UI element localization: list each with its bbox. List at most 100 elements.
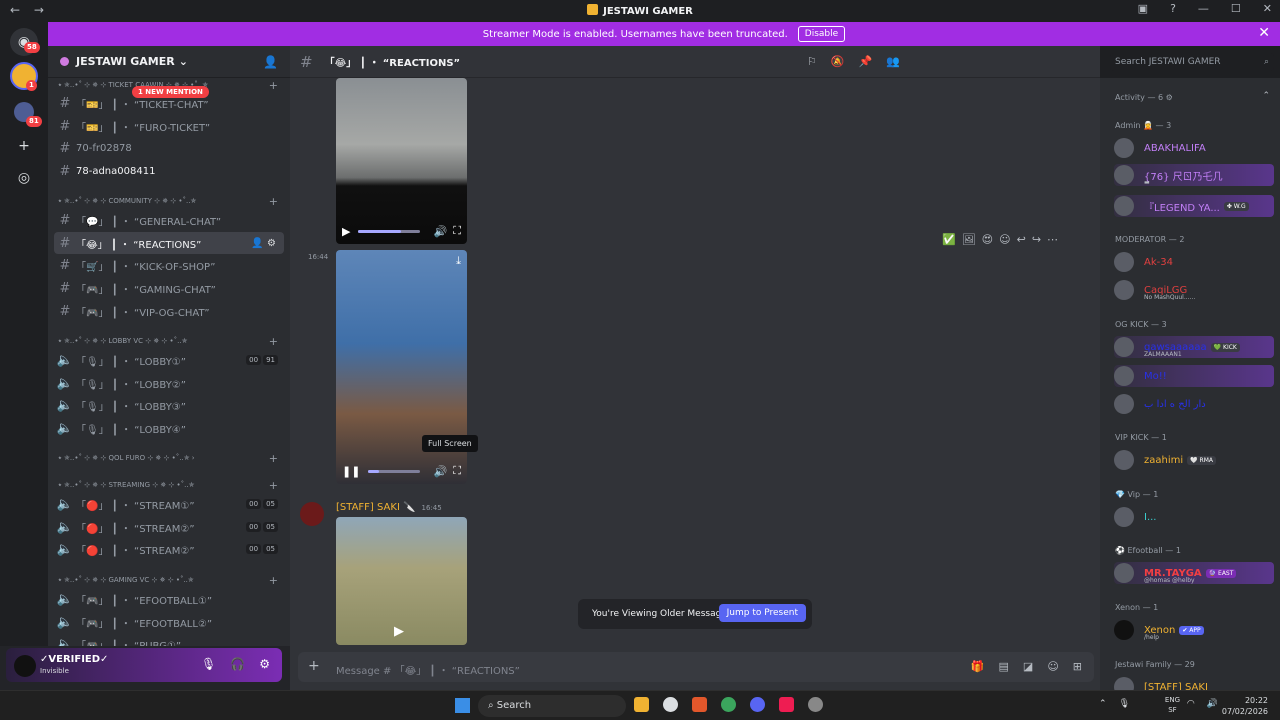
invite-icon[interactable]: 👤 xyxy=(263,55,278,69)
add-channel-icon[interactable]: + xyxy=(269,79,278,92)
message-input[interactable]: + Message # 「😂」 ┃ ・ “REACTIONS” 🎁 ▤ ◪ ☺ … xyxy=(298,652,1094,682)
maximize-button[interactable]: ☐ xyxy=(1231,2,1241,15)
reaction-heart-eyes-icon[interactable]: 😍 xyxy=(982,233,993,246)
add-channel-icon[interactable]: + xyxy=(269,195,278,208)
close-window-button[interactable]: ✕ xyxy=(1263,2,1272,15)
member-item[interactable]: Xenon ✔ APP/help xyxy=(1114,619,1274,641)
voice-stream-1[interactable]: 🔈 「🔴」 ┃ ・ “STREAM①” 00 05 xyxy=(54,493,284,515)
tiktok-icon[interactable] xyxy=(779,697,794,712)
steam-icon[interactable] xyxy=(663,697,678,712)
notifications-icon[interactable]: 🔕 xyxy=(831,55,845,68)
headphones-icon[interactable]: 🎧 xyxy=(230,657,245,671)
reaction-image-icon[interactable]: 🖼 xyxy=(962,233,976,246)
minimize-button[interactable]: — xyxy=(1198,2,1209,15)
chrome-icon[interactable] xyxy=(721,697,736,712)
member-item[interactable]: I... xyxy=(1114,506,1274,528)
microphone-icon[interactable]: 🎙 xyxy=(201,657,216,671)
apps-icon[interactable]: ⊞ xyxy=(1073,660,1082,673)
voice-lobby-4[interactable]: 🔈 「🎙」 ┃ ・ “LOBBY④” xyxy=(54,417,284,439)
volume-icon[interactable]: 🔊 xyxy=(434,225,448,238)
channel-furo-ticket[interactable]: # 「🎫」 ┃ ・ “FURO-TICKET” xyxy=(54,115,284,137)
fullscreen-icon[interactable]: ⛶ xyxy=(453,224,461,238)
clock[interactable]: 20:22 07/02/2026 xyxy=(1222,695,1268,717)
discover-icon[interactable]: ◎ xyxy=(10,164,38,192)
member-item[interactable]: Mo!! xyxy=(1114,365,1274,387)
add-channel-icon[interactable]: + xyxy=(269,479,278,492)
channel-ticket-1[interactable]: #70-fr02878 xyxy=(54,137,284,159)
search-input[interactable]: Search JESTAWI GAMER ⌕ xyxy=(1110,53,1274,71)
taskbar-search[interactable]: ⌕ Search xyxy=(478,695,626,717)
pin-icon[interactable]: 📌 xyxy=(859,55,873,68)
chevron-up-icon[interactable]: ⌃ xyxy=(1262,91,1270,101)
reaction-check-icon[interactable]: ✅ xyxy=(942,233,956,246)
video-attachment[interactable]: ▶ xyxy=(336,517,467,645)
file-explorer-icon[interactable] xyxy=(634,697,649,712)
message-author[interactable]: [STAFF] SAKI 🔪 16:45 xyxy=(336,502,442,513)
chevron-up-icon[interactable]: ⌃ xyxy=(1099,699,1107,709)
member-item[interactable]: Ak-34 xyxy=(1114,251,1274,273)
category-community[interactable]: ⭑ ✯..•˚ ⊹ ✵ ⊹ COMMUNITY ⊹ ✵ ⊹ •˚..✯ + xyxy=(58,194,284,208)
gear-icon[interactable]: ⚙ xyxy=(259,657,270,671)
banner-close-icon[interactable]: ✕ xyxy=(1258,25,1270,41)
reply-icon[interactable]: ↩ xyxy=(1017,233,1026,246)
settings-app-icon[interactable] xyxy=(808,697,823,712)
voice-lobby-2[interactable]: 🔈 「🎙」 ┃ ・ “LOBBY②” xyxy=(54,372,284,394)
microphone-icon[interactable]: 🎙 xyxy=(1119,699,1130,709)
add-channel-icon[interactable]: + xyxy=(269,452,278,465)
avatar[interactable] xyxy=(14,655,36,677)
channel-settings-icon[interactable]: 👤 ⚙ xyxy=(251,238,276,249)
volume-icon[interactable]: 🔊 xyxy=(1207,699,1218,709)
new-mention-pill[interactable]: 1 NEW MENTION xyxy=(132,86,209,98)
voice-efootball-2[interactable]: 🔈 「🎮」 ┃ ・ “EFOOTBALL②” xyxy=(54,611,284,633)
play-icon[interactable]: ▶ xyxy=(394,624,404,639)
add-server-icon[interactable]: + xyxy=(10,132,38,160)
windows-start-icon[interactable] xyxy=(455,698,470,713)
discord-icon[interactable] xyxy=(750,697,765,712)
channel-reactions[interactable]: # 「😂」 ┃ ・ “REACTIONS” 👤 ⚙ xyxy=(54,232,284,254)
add-reaction-icon[interactable]: ☺ xyxy=(999,233,1010,246)
member-item[interactable]: qawsaaaaaa 💚 KICK ZALMAAAN1 xyxy=(1114,336,1274,358)
more-icon[interactable]: ⋯ xyxy=(1047,233,1058,246)
wifi-icon[interactable]: ◠ xyxy=(1187,699,1195,709)
members-icon[interactable]: 👥 xyxy=(886,55,900,68)
sticker-icon[interactable]: ◪ xyxy=(1023,660,1033,673)
category-streaming[interactable]: ⭑ ✯..•˚ ⊹ ✵ ⊹ STREAMING ⊹ ✵ ⊹ •˚..✯ + xyxy=(58,478,284,492)
language-indicator[interactable]: ENG SF xyxy=(1165,695,1180,715)
forward-icon[interactable]: ↪ xyxy=(1032,233,1041,246)
add-channel-icon[interactable]: + xyxy=(269,574,278,587)
category-qol-furo[interactable]: ⭑ ✯..•˚ ⊹ ✵ ⊹ QOL FURO ⊹ ✵ ⊹ •˚..✯ › + xyxy=(58,451,284,465)
channel-ticket-2[interactable]: #78-adna008411 xyxy=(54,160,284,182)
gif-icon[interactable]: ▤ xyxy=(999,660,1009,673)
category-gaming-vc[interactable]: ⭑ ✯..•˚ ⊹ ✵ ⊹ GAMING VC ⊹ ✵ ⊹ •˚..✯ + xyxy=(58,573,284,587)
category-lobby[interactable]: ⭑ ✯..•˚ ⊹ ✵ ⊹ LOBBY VC ⊹ ✵ ⊹ •˚..✯ + xyxy=(58,334,284,348)
video-progress[interactable] xyxy=(368,469,420,473)
channel-vip-og-chat[interactable]: # 「🎮」 ┃ ・ “VIP-OG-CHAT” xyxy=(54,300,284,322)
member-item[interactable]: ABAKHALIFA xyxy=(1114,137,1274,159)
add-channel-icon[interactable]: + xyxy=(269,335,278,348)
member-item[interactable]: 『LEGEND YA... ✤ W.G xyxy=(1114,195,1274,217)
member-item[interactable]: CaqiLGG No MashQuul...... xyxy=(1114,279,1274,301)
jump-to-present-button[interactable]: Jump to Present xyxy=(718,604,806,622)
video-progress[interactable] xyxy=(358,229,420,233)
emoji-icon[interactable]: ☺ xyxy=(1047,660,1058,673)
fullscreen-icon[interactable]: ⛶ xyxy=(453,464,461,478)
channel-kick-of-shop[interactable]: # 「🛒」 ┃ ・ “KICK-OF-SHOP” xyxy=(54,254,284,276)
inbox-icon[interactable]: ▣ xyxy=(1138,2,1148,15)
activity-header[interactable]: Activity — 6 ⚙ xyxy=(1115,93,1173,102)
download-icon[interactable]: ⤓ xyxy=(456,254,461,268)
voice-stream-2[interactable]: 🔈 「🔴」 ┃ ・ “STREAM②” 00 05 xyxy=(54,516,284,538)
disable-button[interactable]: Disable xyxy=(797,26,846,42)
volume-icon[interactable]: 🔊 xyxy=(434,465,448,478)
pause-icon[interactable]: ❚❚ xyxy=(342,465,360,478)
help-icon[interactable]: ? xyxy=(1170,2,1176,15)
voice-stream-3[interactable]: 🔈 「🔴」 ┃ ・ “STREAM②” 00 05 xyxy=(54,538,284,560)
voice-efootball-1[interactable]: 🔈 「🎮」 ┃ ・ “EFOOTBALL①” xyxy=(54,588,284,610)
gear-icon[interactable]: ⚙ xyxy=(1166,93,1173,102)
channel-gaming-chat[interactable]: # 「🎮」 ┃ ・ “GAMING-CHAT” xyxy=(54,277,284,299)
member-item[interactable]: MR.TAYGA 🔮 EAST @homas @helby xyxy=(1114,562,1274,584)
threads-icon[interactable]: ⚐ xyxy=(807,55,817,68)
member-item[interactable]: دار الح ه ادا ب xyxy=(1114,393,1274,415)
member-item[interactable]: {76} 尺ㄖ乃乇几 ▬ xyxy=(1114,164,1274,186)
video-attachment[interactable]: ▶ 🔊 ⛶ xyxy=(336,78,467,244)
channel-general-chat[interactable]: # 「💬」 ┃ ・ “GENERAL-CHAT” xyxy=(54,209,284,231)
